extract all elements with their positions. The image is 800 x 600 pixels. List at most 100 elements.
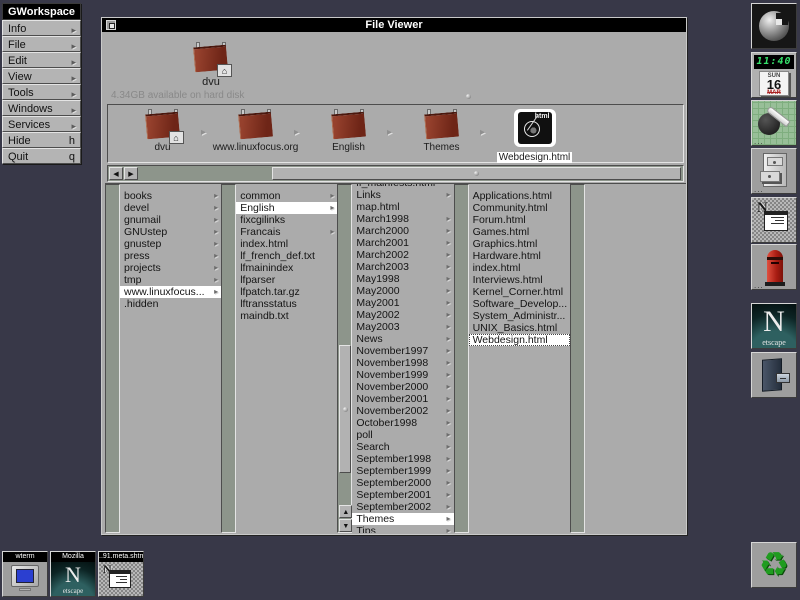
dock-paint-app[interactable]: ...	[751, 100, 797, 146]
browser-row[interactable]: projects▸	[120, 262, 221, 274]
browser-row[interactable]: gnumail▸	[120, 214, 221, 226]
dock-clock-calendar[interactable]: 11:40SUN16MAR	[751, 52, 797, 98]
browser-row[interactable]: fixcgilinks	[236, 214, 337, 226]
browser-row[interactable]: lf_french_def.txt	[236, 250, 337, 262]
path-entry-Themes[interactable]: Themes	[395, 109, 488, 153]
dock-file-cabinet-app[interactable]: ...	[751, 148, 797, 194]
browser-row[interactable]: Themes▸	[352, 513, 453, 525]
menu-item-file[interactable]: File▸	[2, 36, 81, 52]
browser-row[interactable]: Forum.html	[469, 214, 570, 226]
browser-row[interactable]: Links▸	[352, 189, 453, 201]
scroll-left-button[interactable]: ◀	[109, 167, 123, 180]
browser-row[interactable]: Games.html	[469, 226, 570, 238]
path-entry-dvu[interactable]: ⌂dvu	[116, 109, 209, 153]
browser-row[interactable]: Interviews.html	[469, 274, 570, 286]
browser-row[interactable]: May1998▸	[352, 273, 453, 285]
miniwindow-91metashtml[interactable]: ..91.meta.shtmlN	[98, 551, 144, 597]
browser-row[interactable]: Graphics.html	[469, 238, 570, 250]
browser-row[interactable]: .hidden	[120, 298, 221, 310]
browser-row[interactable]: November2000▸	[352, 381, 453, 393]
scrollbar-thumb[interactable]	[272, 167, 681, 180]
browser-row[interactable]: common▸	[236, 190, 337, 202]
browser-row[interactable]: News▸	[352, 333, 453, 345]
menu-item-info[interactable]: Info▸	[2, 20, 81, 36]
browser-row[interactable]: Kernel_Corner.html	[469, 286, 570, 298]
menu-item-services[interactable]: Services▸	[2, 116, 81, 132]
browser-row[interactable]: www.linuxfocus...▸	[120, 286, 221, 298]
browser-row[interactable]: gnustep▸	[120, 238, 221, 250]
browser-row[interactable]: October1998▸	[352, 417, 453, 429]
dock-recycler[interactable]: ♻	[751, 542, 797, 588]
browser-row[interactable]: March2001▸	[352, 237, 453, 249]
dock-gnustep-logo[interactable]	[751, 3, 797, 49]
scroll-up-button[interactable]: ▲	[339, 505, 352, 518]
browser-row[interactable]: index.html	[469, 262, 570, 274]
browser-row[interactable]: September2002▸	[352, 501, 453, 513]
dock-netscape-app[interactable]: Netscape	[751, 303, 797, 349]
browser-row[interactable]: Applications.html	[469, 190, 570, 202]
menu-item-view[interactable]: View▸	[2, 68, 81, 84]
browser-row[interactable]: tmp▸	[120, 274, 221, 286]
browser-row[interactable]: Community.html	[469, 202, 570, 214]
column-scroll-knob[interactable]	[339, 345, 351, 473]
browser-row[interactable]: November2001▸	[352, 393, 453, 405]
browser-row[interactable]: poll▸	[352, 429, 453, 441]
browser-row[interactable]: March2000▸	[352, 225, 453, 237]
browser-row[interactable]: September2000▸	[352, 477, 453, 489]
scroll-down-button[interactable]: ▼	[339, 519, 352, 532]
browser-row[interactable]: System_Administr...	[469, 310, 570, 322]
path-entry-www.linuxfocus.org[interactable]: www.linuxfocus.org	[209, 109, 302, 153]
dock-mail-postbox-app[interactable]: ...	[751, 244, 797, 290]
browser-row[interactable]: May2000▸	[352, 285, 453, 297]
path-entry-English[interactable]: English	[302, 109, 395, 153]
menu-item-edit[interactable]: Edit▸	[2, 52, 81, 68]
browser-row[interactable]: press▸	[120, 250, 221, 262]
menu-item-quit[interactable]: Quitq	[2, 148, 81, 164]
browser-row[interactable]: Webdesign.html	[469, 334, 570, 346]
browser-row[interactable]: March2002▸	[352, 249, 453, 261]
browser-row[interactable]: English▸	[236, 202, 337, 214]
miniwindow-title: Mozilla	[51, 552, 95, 562]
browser-row[interactable]: lfpatch.tar.gz	[236, 286, 337, 298]
browser-row[interactable]: lfmainindex	[236, 262, 337, 274]
browser-row[interactable]: November2002▸	[352, 405, 453, 417]
window-titlebar[interactable]: File Viewer	[102, 18, 686, 32]
browser-row[interactable]: Search▸	[352, 441, 453, 453]
menu-item-windows[interactable]: Windows▸	[2, 100, 81, 116]
browser-row[interactable]: Hardware.html	[469, 250, 570, 262]
scroll-right-button[interactable]: ▶	[124, 167, 138, 180]
browser-row[interactable]: September1998▸	[352, 453, 453, 465]
browser-row[interactable]: March2003▸	[352, 261, 453, 273]
browser-row[interactable]: GNUstep▸	[120, 226, 221, 238]
browser-row[interactable]: September2001▸	[352, 489, 453, 501]
browser-row[interactable]: September1999▸	[352, 465, 453, 477]
browser-row[interactable]: UNIX_Basics.html	[469, 322, 570, 334]
menu-item-hide[interactable]: Hideh	[2, 132, 81, 148]
menu-item-tools[interactable]: Tools▸	[2, 84, 81, 100]
browser-row[interactable]: November1998▸	[352, 357, 453, 369]
browser-row[interactable]: index.html	[236, 238, 337, 250]
browser-row[interactable]: Tips▸	[352, 525, 453, 533]
browser-row[interactable]: Software_Develop...	[469, 298, 570, 310]
browser-row[interactable]: lftransstatus	[236, 298, 337, 310]
miniwindow-Mozilla[interactable]: MozillaNetscape	[50, 551, 96, 597]
dock-gnustep-document-app[interactable]: N	[751, 197, 797, 243]
browser-row[interactable]: May2002▸	[352, 309, 453, 321]
browser-row[interactable]: Francais▸	[236, 226, 337, 238]
shelf-resize-handle[interactable]	[466, 94, 471, 99]
browser-row[interactable]: March1998▸	[352, 213, 453, 225]
browser-row[interactable]: November1997▸	[352, 345, 453, 357]
browser-row[interactable]: books▸	[120, 190, 221, 202]
path-entry-Webdesign.html[interactable]: htmlWebdesign.html	[488, 109, 581, 165]
miniwindow-wterm[interactable]: wterm	[2, 551, 48, 597]
browser-row[interactable]: maindb.txt	[236, 310, 337, 322]
browser-row[interactable]: lfparser	[236, 274, 337, 286]
browser-row[interactable]: May2003▸	[352, 321, 453, 333]
browser-row[interactable]: November1999▸	[352, 369, 453, 381]
menu-title[interactable]: GWorkspace	[2, 3, 81, 20]
shelf-item-dvu[interactable]: ⌂ dvu	[174, 42, 248, 88]
dock-server-cabinet-app[interactable]	[751, 352, 797, 398]
browser-row[interactable]: map.html	[352, 201, 453, 213]
browser-row[interactable]: May2001▸	[352, 297, 453, 309]
browser-row[interactable]: devel▸	[120, 202, 221, 214]
